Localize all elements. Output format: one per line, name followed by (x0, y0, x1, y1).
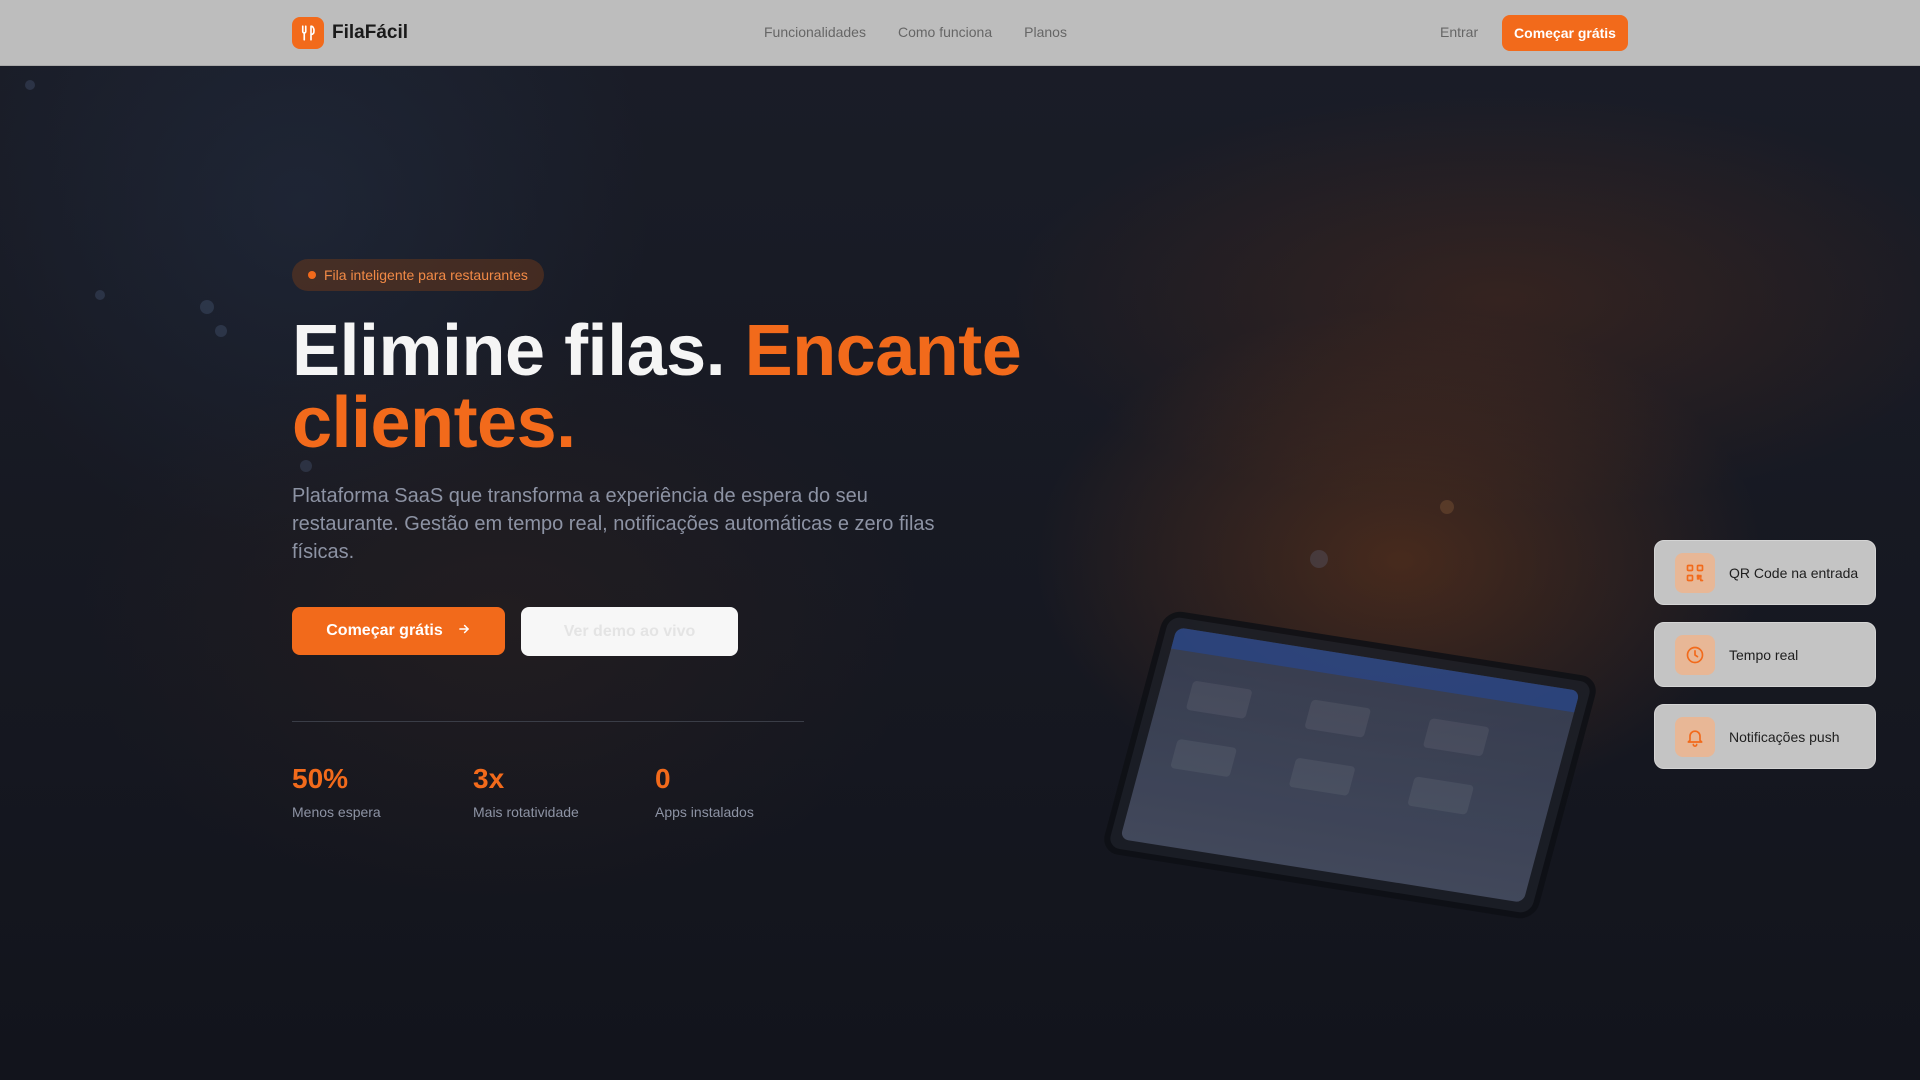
feature-card-push: Notificações push (1654, 704, 1876, 769)
stat-value: 3x (473, 763, 505, 794)
hero-background (0, 0, 1920, 1080)
clock-icon (1675, 634, 1715, 675)
bokeh-light (1440, 500, 1454, 514)
brand-name: FilaFácil (332, 22, 409, 43)
nav-link-funcionalidades[interactable]: Funcionalidades (764, 24, 866, 40)
start-free-button[interactable]: Começar grátis (292, 607, 505, 655)
bokeh-light (25, 80, 35, 90)
tablet-cell (1304, 699, 1372, 738)
tablet-screen (1120, 627, 1580, 903)
tablet-image (1100, 609, 1600, 921)
login-link[interactable]: Entrar (1440, 24, 1478, 40)
tablet-cell (1422, 718, 1490, 757)
bell-icon (1675, 716, 1715, 757)
feature-label: Tempo real (1729, 646, 1799, 663)
stat-label: Apps instalados (655, 804, 754, 820)
tablet-cell (1170, 738, 1238, 778)
feature-card-real-time: Tempo real (1654, 622, 1876, 687)
stats-divider (292, 721, 804, 722)
tablet-cell (1288, 757, 1356, 797)
navbar: FilaFácil Funcionalidades Como funciona … (0, 0, 1920, 66)
hero-headline: Elimine filas. Encante clientes. (292, 315, 1092, 459)
badge-dot (308, 271, 316, 279)
tablet-cell (1185, 680, 1253, 720)
feature-card-qr-code: QR Code na entrada (1654, 540, 1876, 605)
feature-label: Notificações push (1729, 728, 1840, 745)
stat-value: 0 (655, 763, 671, 794)
bokeh-light (200, 300, 214, 314)
utensils-icon (292, 17, 324, 49)
brand[interactable]: FilaFácil (292, 17, 408, 49)
nav-links: Funcionalidades Como funciona Planos (764, 24, 1067, 40)
bokeh-light (95, 290, 105, 300)
qr-code-icon (1675, 552, 1715, 593)
stat-value: 50% (292, 763, 349, 794)
nav-link-planos[interactable]: Planos (1024, 24, 1067, 40)
stat-label: Mais rotatividade (473, 804, 579, 820)
hero-badge: Fila inteligente para restaurantes (292, 259, 544, 291)
stat-item: 0 Apps instalados (655, 762, 754, 820)
arrow-right-icon (457, 622, 471, 641)
badge-text: Fila inteligente para restaurantes (324, 267, 528, 283)
headline-white: Elimine filas. (292, 311, 745, 391)
stat-item: 50% Menos espera (292, 762, 381, 820)
nav-cta-button[interactable]: Começar grátis (1502, 15, 1628, 51)
bokeh-light (215, 325, 227, 337)
hero-subtitle: Plataforma SaaS que transforma a experiê… (292, 485, 935, 563)
start-free-label: Começar grátis (326, 622, 443, 639)
stat-item: 3x Mais rotatividade (473, 762, 579, 820)
stat-label: Menos espera (292, 804, 381, 820)
feature-label: QR Code na entrada (1729, 564, 1859, 581)
tablet-cell (1407, 776, 1475, 815)
bokeh-light (1310, 550, 1328, 568)
live-demo-button[interactable]: Ver demo ao vivo (521, 607, 738, 656)
nav-link-como-funciona[interactable]: Como funciona (898, 24, 992, 40)
